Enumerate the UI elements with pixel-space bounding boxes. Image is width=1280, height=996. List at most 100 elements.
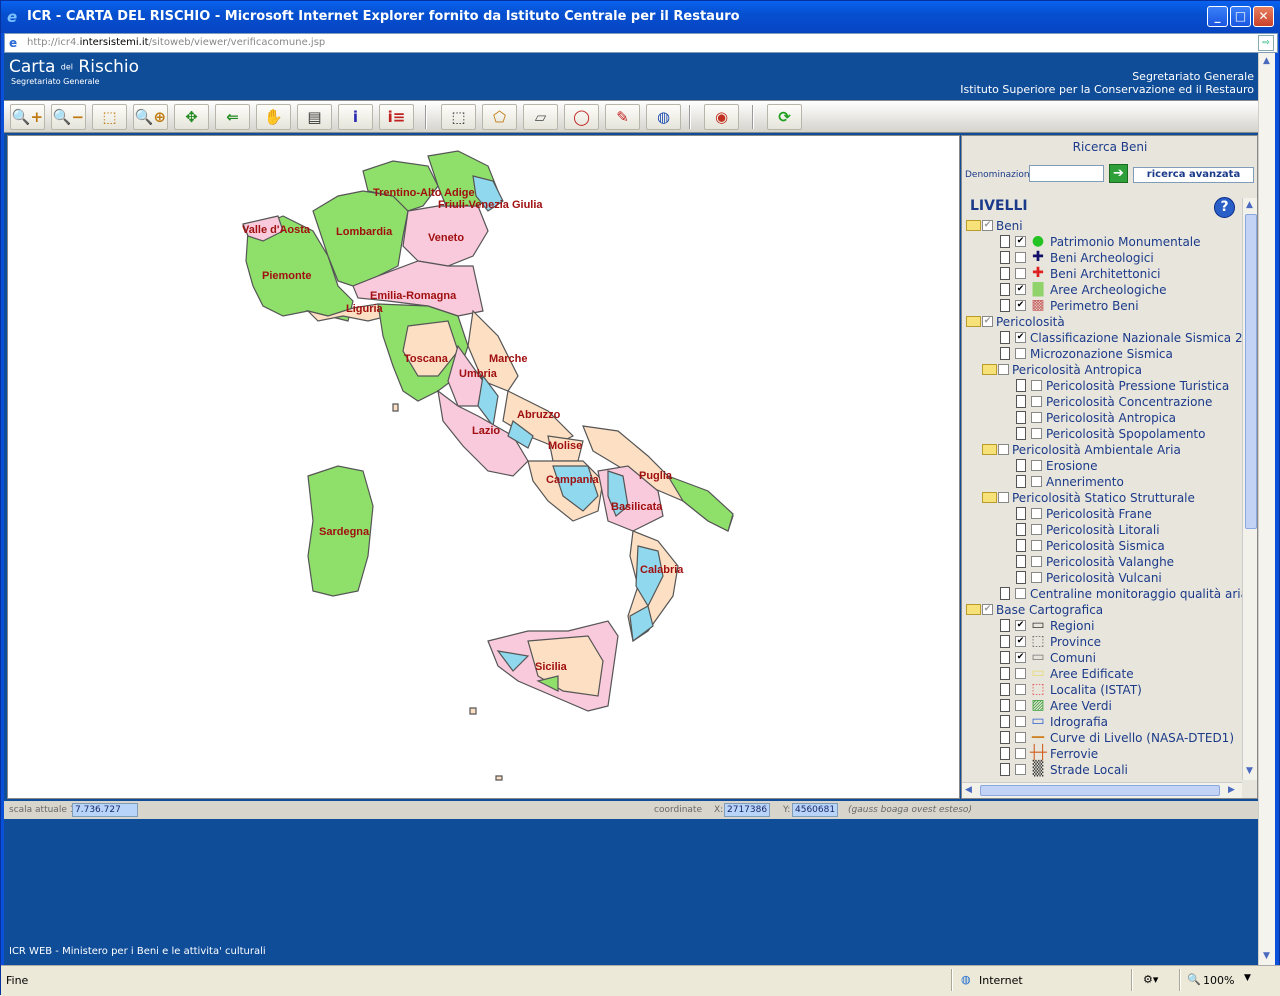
layer-label[interactable]: Microzonazione Sismica: [1030, 347, 1173, 361]
layer-row[interactable]: Pericolosità Valanghe: [962, 554, 1242, 570]
layer-label[interactable]: Aree Edificate: [1050, 667, 1134, 681]
layer-label[interactable]: Pericolosità: [996, 315, 1065, 329]
layer-label[interactable]: Patrimonio Monumentale: [1050, 235, 1201, 249]
layer-checkbox[interactable]: [1031, 572, 1042, 583]
go-icon[interactable]: ⇨: [1258, 35, 1274, 51]
layer-row[interactable]: Pericolosità Litorali: [962, 522, 1242, 538]
folder-icon[interactable]: [966, 316, 981, 327]
denominazione-input[interactable]: [1029, 165, 1104, 182]
layer-checkbox[interactable]: [1031, 428, 1042, 439]
layer-label[interactable]: Pericolosità Ambientale Aria: [1012, 443, 1181, 457]
protected-mode-icon[interactable]: ⚙▾: [1143, 973, 1158, 986]
layer-label[interactable]: Centraline monitoraggio qualità aria: [1030, 587, 1242, 601]
zoom-icon[interactable]: 🔍: [1187, 973, 1201, 986]
maximize-button[interactable]: □: [1230, 6, 1251, 27]
layer-row[interactable]: ✔ ▩ Perimetro Beni: [962, 298, 1242, 314]
layer-row[interactable]: ┼┼ Ferrovie: [962, 746, 1242, 762]
layer-checkbox[interactable]: ✔: [1015, 284, 1026, 295]
layer-row[interactable]: Annerimento: [962, 474, 1242, 490]
layer-row[interactable]: ✔ Classificazione Nazionale Sismica 2003: [962, 330, 1242, 346]
layer-checkbox[interactable]: ✔: [982, 316, 993, 327]
layer-label[interactable]: Pericolosità Vulcani: [1046, 571, 1162, 585]
layer-row[interactable]: ✚ Beni Architettonici: [962, 266, 1242, 282]
layer-label[interactable]: Perimetro Beni: [1050, 299, 1139, 313]
select-polygon-button[interactable]: ⬠: [482, 104, 517, 130]
layer-row[interactable]: Pericolosità Antropica: [962, 362, 1242, 378]
layer-label[interactable]: Aree Archeologiche: [1050, 283, 1166, 297]
layer-label[interactable]: Pericolosità Valanghe: [1046, 555, 1174, 569]
title-bar[interactable]: e ICR - CARTA DEL RISCHIO - Microsoft In…: [1, 1, 1280, 33]
address-bar[interactable]: e http://icr4.intersistemi.it/sitoweb/vi…: [4, 33, 1278, 53]
measure-button[interactable]: ✎: [605, 104, 640, 130]
layer-row[interactable]: ⬚ Localita (ISTAT): [962, 682, 1242, 698]
layer-row[interactable]: ▨ Aree Verdi: [962, 698, 1242, 714]
zoom-in-button[interactable]: 🔍+: [10, 104, 45, 130]
help-icon[interactable]: ?: [1214, 197, 1235, 218]
layer-checkbox[interactable]: ✔: [1015, 236, 1026, 247]
layer-row[interactable]: Pericolosità Spopolamento: [962, 426, 1242, 442]
info-button[interactable]: i: [338, 104, 373, 130]
layer-row[interactable]: ▭ Aree Edificate: [962, 666, 1242, 682]
layer-checkbox[interactable]: ✔: [1015, 300, 1026, 311]
layer-row[interactable]: ✔ ▭ Comuni: [962, 650, 1242, 666]
select-map-button[interactable]: ▱: [523, 104, 558, 130]
layer-checkbox[interactable]: [1015, 684, 1026, 695]
layer-checkbox[interactable]: ✔: [1015, 636, 1026, 647]
layer-checkbox[interactable]: [1031, 412, 1042, 423]
layer-row[interactable]: ▭ Idrografia: [962, 714, 1242, 730]
layer-label[interactable]: Province: [1050, 635, 1101, 649]
layer-checkbox[interactable]: [1015, 348, 1026, 359]
layer-checkbox[interactable]: [998, 364, 1009, 375]
layer-label[interactable]: Curve di Livello (NASA-DTED1): [1050, 731, 1234, 745]
layer-checkbox[interactable]: [1015, 764, 1026, 775]
layer-row[interactable]: ✔ Base Cartografica: [962, 602, 1242, 618]
minimize-button[interactable]: _: [1207, 6, 1228, 27]
layer-label[interactable]: Aree Verdi: [1050, 699, 1112, 713]
layer-checkbox[interactable]: [1031, 556, 1042, 567]
layer-label[interactable]: Beni Archeologici: [1050, 251, 1154, 265]
scroll-left-icon[interactable]: ◀: [965, 785, 972, 795]
zoom-point-button[interactable]: 🔍⊕: [133, 104, 168, 130]
select-rect-button[interactable]: ⬚: [441, 104, 476, 130]
layer-label[interactable]: Strade Locali: [1050, 763, 1128, 777]
italy-map[interactable]: Trentino-Alto AdigeFriuli-Venezia Giulia…: [8, 136, 959, 798]
layer-checkbox[interactable]: [1031, 396, 1042, 407]
zoom-level[interactable]: 100%: [1203, 974, 1234, 987]
layer-checkbox[interactable]: [998, 444, 1009, 455]
folder-icon[interactable]: [982, 444, 997, 455]
map-view[interactable]: Trentino-Alto Adige Friuli-Venezia Giulia…: [7, 135, 960, 799]
layer-checkbox[interactable]: [1015, 252, 1026, 263]
layer-label[interactable]: Pericolosità Pressione Turistica: [1046, 379, 1229, 393]
layer-row[interactable]: — Curve di Livello (NASA-DTED1): [962, 730, 1242, 746]
layer-checkbox[interactable]: ✔: [1015, 652, 1026, 663]
close-button[interactable]: ✕: [1253, 6, 1274, 27]
zoom-dropdown-icon[interactable]: ▼: [1244, 973, 1251, 983]
page-vertical-scrollbar[interactable]: ▲ ▼: [1258, 53, 1275, 965]
page-scroll-down-icon[interactable]: ▼: [1263, 951, 1270, 961]
layer-label[interactable]: Pericolosità Frane: [1046, 507, 1152, 521]
layer-row[interactable]: Pericolosità Concentrazione: [962, 394, 1242, 410]
select-circle-button[interactable]: ◯: [564, 104, 599, 130]
layer-row[interactable]: ✔ ▭ Regioni: [962, 618, 1242, 634]
layers-edit-button[interactable]: ▤: [297, 104, 332, 130]
layer-checkbox[interactable]: [998, 492, 1009, 503]
layer-checkbox[interactable]: [1015, 748, 1026, 759]
layer-checkbox[interactable]: [1015, 716, 1026, 727]
search-go-button[interactable]: ➔: [1109, 164, 1128, 183]
layer-row[interactable]: ✚ Beni Archeologici: [962, 250, 1242, 266]
panel-vertical-scrollbar[interactable]: ▲ ▼: [1242, 198, 1257, 780]
hscroll-thumb[interactable]: [980, 785, 1220, 796]
layer-label[interactable]: Beni: [996, 219, 1023, 233]
scroll-up-icon[interactable]: ▲: [1246, 200, 1253, 210]
layer-row[interactable]: ✔ ▇ Aree Archeologiche: [962, 282, 1242, 298]
refresh-button[interactable]: ⟳: [767, 104, 802, 130]
layer-label[interactable]: Pericolosità Litorali: [1046, 523, 1160, 537]
layer-label[interactable]: Idrografia: [1050, 715, 1108, 729]
folder-icon[interactable]: [966, 220, 981, 231]
layer-row[interactable]: Pericolosità Antropica: [962, 410, 1242, 426]
layer-row[interactable]: Erosione: [962, 458, 1242, 474]
layer-row[interactable]: Centraline monitoraggio qualità aria: [962, 586, 1242, 602]
folder-icon[interactable]: [966, 604, 981, 615]
layer-label[interactable]: Comuni: [1050, 651, 1096, 665]
back-button[interactable]: ⇐: [215, 104, 250, 130]
